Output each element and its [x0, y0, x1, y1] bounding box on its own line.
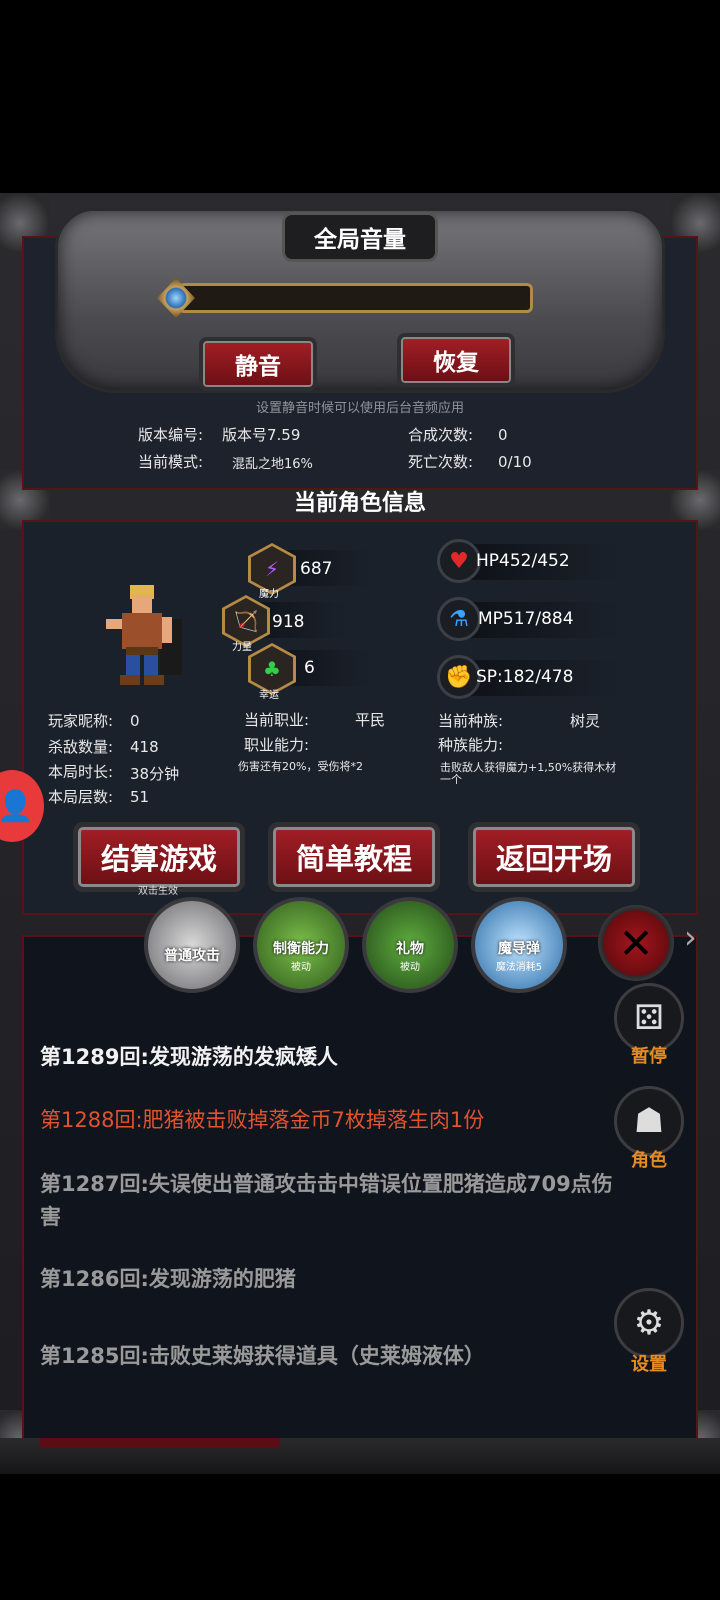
- skill-sub: 被动: [291, 961, 311, 973]
- sp-value: SP:182/478: [476, 667, 574, 687]
- skill-sub: 被动: [400, 961, 420, 973]
- skill-magic-missile[interactable]: 魔导弹 魔法消耗5: [471, 897, 567, 993]
- bottom-red-bar: [40, 1438, 280, 1448]
- race-ability-value-2: 一个: [440, 773, 462, 786]
- tutorial-button[interactable]: 简单教程: [268, 822, 440, 892]
- kills-label: 杀敌数量:: [48, 738, 114, 756]
- nickname-label: 玩家昵称:: [48, 712, 114, 730]
- log-line: 第1285回:击败史莱姆获得道具（史莱姆液体）: [40, 1344, 485, 1368]
- role-label[interactable]: 角色: [614, 1146, 684, 1172]
- strength-caption: 力量: [232, 642, 252, 653]
- magic-caption: 魔力: [259, 589, 279, 600]
- muscle-icon: ✊: [437, 655, 481, 699]
- chevron-right-icon[interactable]: ›: [684, 918, 697, 956]
- heart-icon: ♥: [437, 539, 481, 583]
- version-value: 版本号7.59: [222, 426, 301, 444]
- race-value: 树灵: [570, 712, 601, 730]
- volume-title: 全局音量: [282, 212, 438, 262]
- return-start-button[interactable]: 返回开场: [468, 822, 640, 892]
- version-label: 版本编号:: [138, 426, 204, 444]
- death-count-label: 死亡次数:: [408, 453, 474, 471]
- skill-gift[interactable]: 礼物 被动: [362, 897, 458, 993]
- character-sprite: [106, 585, 182, 685]
- luck-value: 6: [304, 658, 315, 678]
- log-line: 第1289回:发现游荡的发疯矮人: [40, 1045, 338, 1069]
- settings-label[interactable]: 设置: [614, 1350, 684, 1376]
- race-ability-value: 击败敌人获得魔力+1,50%获得木材: [440, 761, 617, 774]
- volume-hint: 设置静音时候可以使用后台音频应用: [255, 401, 464, 416]
- bottle-icon: ⚗: [437, 597, 481, 641]
- settle-game-hint: 双击生效: [138, 886, 178, 897]
- job-ability-label: 职业能力:: [244, 736, 310, 754]
- log-line: 第1287回:失误使出普通攻击击中错误位置肥猪造成709点伤害: [40, 1172, 613, 1229]
- session-time-label: 本局时长:: [48, 763, 114, 781]
- mode-label: 当前模式:: [138, 453, 204, 471]
- strength-value: 918: [272, 612, 305, 632]
- close-icon[interactable]: ✕: [598, 905, 674, 981]
- skill-label: 礼物: [396, 940, 424, 957]
- mute-button[interactable]: 静音: [199, 337, 317, 391]
- hp-value: HP452/452: [476, 551, 570, 571]
- job-label: 当前职业:: [244, 711, 310, 729]
- log-line: 第1288回:肥猪被击败掉落金币7枚掉落生肉1份: [40, 1108, 485, 1132]
- job-value: 平民: [355, 711, 386, 729]
- gear-icon[interactable]: ⚙: [614, 1288, 684, 1358]
- skill-balance[interactable]: 制衡能力 被动: [253, 897, 349, 993]
- log-line: 第1286回:发现游荡的肥猪: [40, 1267, 296, 1291]
- skill-label: 制衡能力: [273, 940, 329, 957]
- restore-button[interactable]: 恢复: [397, 333, 515, 387]
- skill-label: 魔导弹: [498, 940, 540, 957]
- mode-value: 混乱之地16%: [232, 457, 313, 472]
- character-section-title: 当前角色信息: [293, 491, 426, 516]
- luck-caption: 幸运: [259, 690, 279, 701]
- magic-value: 687: [300, 559, 333, 579]
- mp-value: MP517/884: [478, 609, 574, 629]
- race-label: 当前种族:: [438, 712, 504, 730]
- nickname-value: 0: [130, 712, 140, 730]
- skill-label: 普通攻击: [164, 948, 220, 964]
- session-time-value: 38分钟: [130, 765, 180, 783]
- death-count-value: 0/10: [498, 453, 532, 471]
- job-ability-value: 伤害还有20%，受伤将*2: [238, 760, 363, 773]
- floor-label: 本局层数:: [48, 788, 114, 806]
- skill-sub: 魔法消耗5: [495, 961, 543, 973]
- craft-count-label: 合成次数:: [408, 426, 474, 444]
- pause-label[interactable]: 暂停: [614, 1042, 684, 1068]
- craft-count-value: 0: [498, 426, 508, 444]
- floor-value: 51: [130, 788, 150, 806]
- kills-value: 418: [130, 738, 159, 756]
- race-ability-label: 种族能力:: [438, 736, 504, 754]
- skill-normal-attack[interactable]: 普通攻击: [144, 897, 240, 993]
- volume-slider[interactable]: [178, 283, 533, 313]
